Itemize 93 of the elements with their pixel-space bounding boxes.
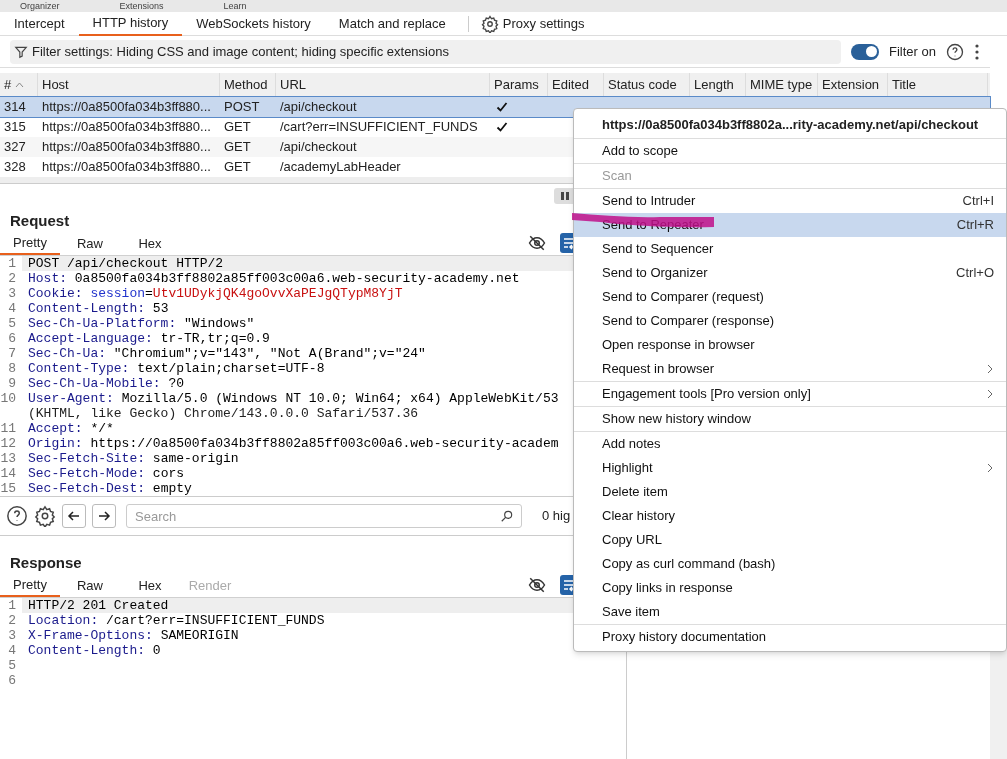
search-icon[interactable] bbox=[500, 509, 514, 523]
menu-item[interactable]: Save item bbox=[574, 600, 1006, 624]
menu-title: https://0a8500fa034b3ff8802a...rity-academy.net/api/checkout bbox=[574, 111, 1006, 139]
menu-item[interactable]: Send to Intruder Ctrl+I bbox=[574, 189, 1006, 213]
menu-item[interactable]: Highlight bbox=[574, 456, 1006, 480]
code-line: Sec-Ch-Ua: "Chromium";v="143", "Not A(Brand";v="24" bbox=[27, 346, 426, 361]
code-line: Sec-Ch-Ua-Platform: "Windows" bbox=[27, 316, 255, 331]
menu-item[interactable]: Add notes bbox=[574, 432, 1006, 456]
table-cell-text: 327 bbox=[3, 138, 27, 157]
code-line: Sec-Fetch-Site: same-origin bbox=[27, 451, 239, 466]
proxy-tab[interactable]: Intercept bbox=[0, 11, 79, 36]
table-cell-text: GET bbox=[223, 138, 252, 157]
filter-text: Filter settings: Hiding CSS and image content; hiding specific extensions bbox=[32, 42, 449, 61]
code-line: HTTP/2 201 Created bbox=[27, 598, 169, 613]
code-line: Sec-Fetch-Dest: empty bbox=[27, 481, 192, 496]
back-button[interactable] bbox=[62, 504, 86, 528]
forward-button[interactable] bbox=[92, 504, 116, 528]
table-cell-text: https://0a8500fa034b3ff880... bbox=[41, 98, 212, 117]
editor-tab[interactable]: Hex bbox=[120, 574, 180, 597]
proxy-settings-button[interactable]: Proxy settings bbox=[476, 13, 589, 34]
highlight-count: 0 hig bbox=[542, 507, 571, 526]
panel-title: Request bbox=[10, 212, 70, 229]
help-icon[interactable] bbox=[946, 42, 964, 61]
hide-icon[interactable] bbox=[528, 234, 546, 252]
code-line: Host: 0a8500fa034b3ff8802a85ff003c00a6.web-security-academy.net bbox=[27, 271, 520, 286]
settings-icon bbox=[480, 14, 499, 33]
editor-tab[interactable]: Raw bbox=[60, 232, 120, 255]
table-cell-text: GET bbox=[223, 118, 252, 137]
proxy-tab[interactable]: WebSockets history bbox=[182, 11, 325, 36]
arrow-left-icon bbox=[67, 509, 81, 523]
menu-item[interactable]: Send to Sequencer bbox=[574, 237, 1006, 261]
menu-item[interactable]: Send to Comparer (response) bbox=[574, 309, 1006, 333]
menu-item[interactable]: Request in browser bbox=[574, 357, 1006, 381]
menu-item[interactable]: Engagement tools [Pro version only] bbox=[574, 382, 1006, 406]
menu-item[interactable]: Open response in browser bbox=[574, 333, 1006, 357]
more-icon[interactable] bbox=[974, 42, 980, 61]
menu-item[interactable]: Clear history bbox=[574, 504, 1006, 528]
code-line: Cookie: session=Utv1UDykjQK4goOvvXaPEJgQTypM8YjT bbox=[27, 286, 403, 301]
menu-item[interactable]: Show new history window bbox=[574, 407, 1006, 431]
menu-item[interactable]: Learn bbox=[223, 1, 247, 11]
table-cell-text: 328 bbox=[3, 158, 27, 177]
code-line: (KHTML, like Gecko) Chrome/143.0.0.0 Safari/537.36 bbox=[27, 406, 419, 421]
table-cell-text: /api/checkout bbox=[279, 98, 358, 117]
code-line: Origin: https://0a8500fa034b3ff8802a85ff003c00a6.web-security-academ bbox=[27, 436, 559, 451]
line-number: 1 bbox=[0, 598, 22, 613]
menu-item[interactable]: Proxy history documentation bbox=[574, 625, 1006, 649]
table-cell-text: 315 bbox=[3, 118, 27, 137]
search-field[interactable]: Search bbox=[126, 504, 522, 528]
menu-item[interactable]: Copy as curl command (bash) bbox=[574, 552, 1006, 576]
code-line: Sec-Ch-Ua-Mobile: ?0 bbox=[27, 376, 185, 391]
menu-item[interactable]: Send to Organizer Ctrl+O bbox=[574, 261, 1006, 285]
code-line: Accept-Language: tr-TR,tr;q=0.9 bbox=[27, 331, 270, 346]
arrow-right-icon bbox=[97, 509, 111, 523]
menu-item[interactable]: Send to Comparer (request) bbox=[574, 285, 1006, 309]
editor-tab[interactable]: Hex bbox=[120, 232, 180, 255]
menu-item[interactable]: Copy links in response bbox=[574, 576, 1006, 600]
proxy-tab[interactable]: Match and replace bbox=[324, 11, 460, 36]
code-line: Content-Type: text/plain;charset=UTF-8 bbox=[27, 361, 325, 376]
code-line: X-Frame-Options: SAMEORIGIN bbox=[27, 628, 239, 643]
menu-item[interactable]: Extensions bbox=[119, 1, 164, 11]
toggle-label: Filter on bbox=[889, 42, 936, 61]
code-line: Content-Length: 53 bbox=[27, 301, 169, 316]
code-line: Location: /cart?err=INSUFFICIENT_FUNDS bbox=[27, 613, 325, 628]
code-line: Sec-Fetch-Mode: cors bbox=[27, 466, 185, 481]
code-line: Accept: */* bbox=[27, 421, 114, 436]
menu-item[interactable]: Delete item bbox=[574, 480, 1006, 504]
panel-title: Response bbox=[10, 554, 82, 571]
filter-bar[interactable]: Filter settings: Hiding CSS and image content; hiding specific extensions bbox=[10, 39, 842, 64]
help-icon[interactable] bbox=[6, 505, 28, 527]
settings-icon[interactable] bbox=[34, 505, 56, 527]
table-cell-text: 314 bbox=[3, 98, 27, 117]
menu-item[interactable]: Add to scope bbox=[574, 139, 1006, 163]
filter-toggle[interactable] bbox=[851, 43, 880, 60]
proxy-tab[interactable]: HTTP history bbox=[78, 11, 183, 36]
menu-item[interactable]: Copy URL bbox=[574, 528, 1006, 552]
menu-item[interactable]: Organizer bbox=[20, 1, 60, 11]
table-cell-text: POST bbox=[223, 98, 261, 117]
table-cell-text: /api/checkout bbox=[279, 138, 358, 157]
table-cell-text: https://0a8500fa034b3ff880... bbox=[41, 158, 212, 177]
code-line: Content-Length: 0 bbox=[27, 643, 161, 658]
sort-icon bbox=[15, 81, 25, 88]
line-number: 1 bbox=[0, 256, 22, 271]
table-cell-text: /cart?err=INSUFFICIENT_FUNDS bbox=[279, 118, 479, 137]
code-line: POST /api/checkout HTTP/2 bbox=[27, 256, 224, 271]
editor-tab[interactable]: Raw bbox=[60, 574, 120, 597]
table-cell-text: https://0a8500fa034b3ff880... bbox=[41, 118, 212, 137]
table-cell-text: GET bbox=[223, 158, 252, 177]
pause-button[interactable] bbox=[554, 188, 576, 204]
hide-icon[interactable] bbox=[528, 576, 546, 594]
table-cell-text: /academyLabHeader bbox=[279, 158, 402, 177]
code-line: User-Agent: Mozilla/5.0 (Windows NT 10.0; Win64; x64) AppleWebKit/53 bbox=[27, 391, 559, 406]
filter-icon bbox=[14, 44, 28, 59]
table-cell-text: https://0a8500fa034b3ff880... bbox=[41, 138, 212, 157]
